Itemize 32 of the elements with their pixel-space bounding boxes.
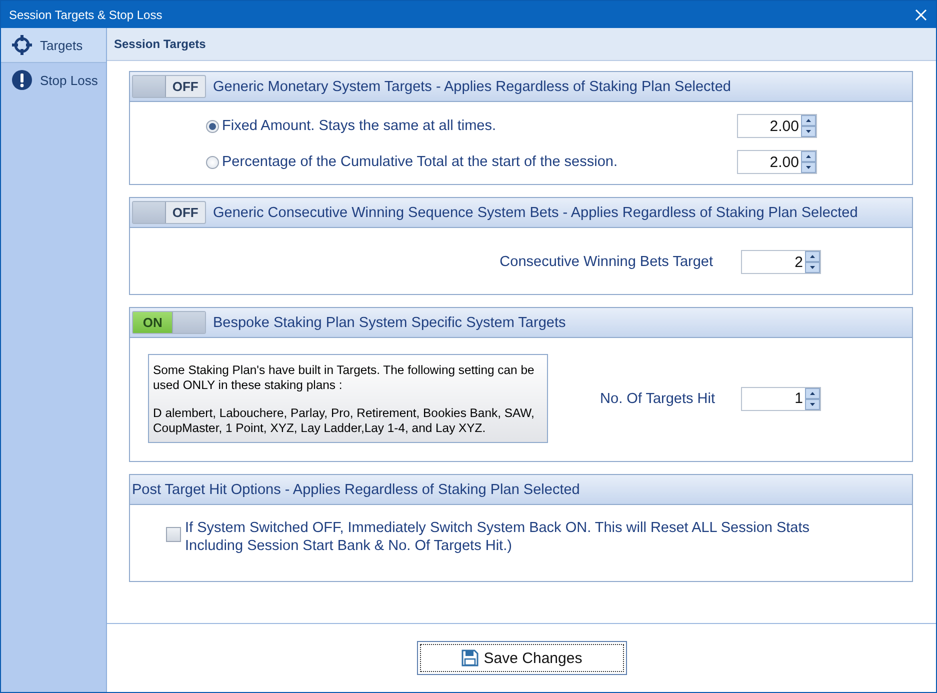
group-title: Generic Monetary System Targets - Applies Regardless of Staking Plan Selected bbox=[213, 78, 731, 94]
crosshair-icon bbox=[11, 34, 33, 56]
group-title: Generic Consecutive Winning Sequence System Bets - Applies Regardless of Staking Plan Selected bbox=[213, 204, 858, 220]
radio-button[interactable] bbox=[206, 120, 219, 132]
group-title: Bespoke Staking Plan System Specific System Targets bbox=[213, 314, 566, 330]
spinner-arrows-icon[interactable] bbox=[801, 115, 816, 137]
save-button[interactable]: Save Changes bbox=[416, 641, 626, 675]
field-label: No. Of Targets Hit bbox=[600, 390, 715, 406]
section-title: Session Targets bbox=[114, 37, 206, 51]
info-note: Some Staking Plan's have built in Targets. The following setting can be used ONLY in these staking plans : D alembert, Labouchere, Parlay, Pro, Retirement, Bookies Bank, SAW, CoupMaster, 1 Point, XYZ, Lay Ladder,Lay 1-4, and Lay XYZ. bbox=[148, 354, 548, 443]
number-field[interactable]: 2.00 bbox=[737, 150, 817, 174]
spinner-arrows-icon[interactable] bbox=[805, 251, 820, 273]
sidebar-item[interactable]: Stop Loss bbox=[1, 63, 106, 98]
checkbox-label[interactable]: If System Switched OFF, Immediately Switch System Back ON. This will Reset ALL Session Stats Including Session Start Bank & No. Of Targets Hit.) bbox=[185, 519, 810, 555]
window-title: Session Targets & Stop Loss bbox=[9, 8, 164, 22]
radio-button[interactable] bbox=[206, 156, 219, 168]
close-icon[interactable] bbox=[914, 8, 928, 22]
number-field[interactable]: 2.00 bbox=[737, 114, 817, 138]
sidebar-item[interactable]: Targets bbox=[1, 28, 106, 63]
number-field[interactable]: 1 bbox=[741, 386, 821, 410]
option-label[interactable]: Percentage of the Cumulative Total at the start of the session. bbox=[222, 154, 737, 170]
toggle-switch[interactable]: OFF bbox=[132, 75, 206, 98]
toggle-switch[interactable]: OFF bbox=[132, 201, 206, 224]
option-label[interactable]: Fixed Amount. Stays the same at all times. bbox=[222, 118, 737, 134]
group-title: Post Target Hit Options - Applies Regardless of Staking Plan Selected bbox=[132, 482, 580, 498]
number-field[interactable]: 2 bbox=[741, 250, 821, 274]
toggle-switch[interactable]: ON bbox=[132, 311, 206, 334]
alert-icon bbox=[11, 69, 33, 91]
field-label: Consecutive Winning Bets Target bbox=[500, 254, 713, 270]
spinner-arrows-icon[interactable] bbox=[805, 388, 820, 410]
checkbox[interactable] bbox=[166, 527, 181, 542]
spinner-arrows-icon[interactable] bbox=[801, 151, 816, 173]
